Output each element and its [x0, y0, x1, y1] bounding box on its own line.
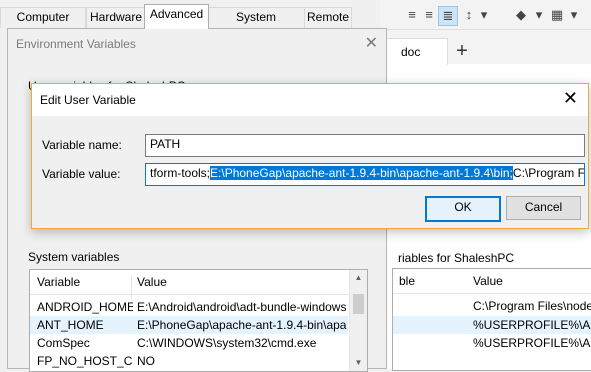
row-variable: ComSpec [37, 336, 90, 350]
vertical-scrollbar[interactable]: ▲ ▼ [349, 270, 367, 371]
table-row[interactable]: %USERPROFILE%\AppD [393, 334, 591, 352]
column-header-variable[interactable]: ble [399, 274, 415, 288]
row-variable: FP_NO_HOST_C... [37, 354, 133, 368]
fill-color-icon[interactable]: ◆ [512, 6, 530, 24]
column-header-value[interactable]: Value [137, 275, 167, 289]
variable-name-field[interactable]: PATH [145, 134, 585, 157]
row-value: E:\Android\android\adt-bundle-windows... [137, 300, 347, 314]
row-value: E:\PhoneGap\apache-ant-1.9.4-bin\apa... [137, 318, 347, 332]
system-variables-list[interactable]: Variable Value ANDROID_HOME E:\Android\a… [29, 269, 368, 372]
scroll-thumb[interactable] [353, 294, 364, 314]
tab-remote[interactable]: Remote [304, 7, 352, 28]
value-text-selected: E:\PhoneGap\apache-ant-1.9.4-bin\apache-… [210, 166, 513, 180]
tab-advanced[interactable]: Advanced [144, 4, 209, 29]
document-tab-label: doc [401, 45, 421, 59]
row-value: C:\Program Files\nodejs\ [473, 299, 591, 313]
plus-icon[interactable]: + [452, 38, 472, 64]
variable-name-label: Variable name: [42, 138, 122, 152]
column-divider[interactable] [131, 275, 132, 299]
edit-user-variable-dialog: Edit User Variable ✕ Variable name: PATH… [31, 83, 589, 229]
list-header: Variable Value [30, 270, 367, 299]
close-icon[interactable]: ✕ [563, 88, 578, 109]
row-value: %USERPROFILE%\AppD [473, 336, 591, 350]
list-header: ble Value [393, 269, 591, 294]
variable-name-value: PATH [150, 137, 181, 151]
value-text-before: tform-tools; [150, 166, 211, 180]
scroll-up-icon[interactable]: ▲ [350, 270, 367, 286]
tab-computer-name[interactable]: Computer Name [0, 7, 86, 43]
system-properties-tabs: Computer Name Hardware Advanced System P… [0, 0, 352, 43]
align-center-icon[interactable]: ≡ [420, 6, 438, 24]
table-row[interactable]: ComSpec C:\WINDOWS\system32\cmd.exe [30, 334, 348, 352]
table-row[interactable]: ANT_HOME E:\PhoneGap\apache-ant-1.9.4-bi… [30, 316, 348, 334]
table-row[interactable]: %USERPROFILE%\AppD [393, 316, 591, 334]
align-left-icon[interactable]: ≡ [403, 6, 421, 24]
cancel-button[interactable]: Cancel [506, 196, 581, 220]
align-justify-icon[interactable]: ≣ [438, 6, 458, 26]
borders-icon[interactable]: ▦ [548, 6, 566, 24]
window-title: Environment Variables [16, 37, 136, 51]
dialog-title: Edit User Variable [40, 93, 136, 107]
ok-button[interactable]: OK [425, 196, 501, 222]
row-variable: ANT_HOME [37, 318, 104, 332]
table-row[interactable]: FP_NO_HOST_C... NO [30, 352, 348, 370]
user-variables-title-right: riables for ShaleshPC [398, 251, 515, 265]
tab-system-protection[interactable]: System Protection [207, 7, 305, 43]
row-value: NO [137, 354, 155, 368]
dropdown-icon[interactable]: ▾ [565, 6, 583, 24]
tab-hardware[interactable]: Hardware [86, 7, 146, 28]
row-value: C:\WINDOWS\system32\cmd.exe [137, 336, 317, 350]
value-text-after: C:\Program Files\J [512, 166, 585, 180]
user-variables-list[interactable]: ble Value C:\Program Files\nodejs\ %USER… [392, 268, 591, 371]
table-row[interactable]: C:\Program Files\nodejs\ [393, 297, 591, 315]
editor-toolbar: ≡ ≡ ≣ ↕ ▾ ◆ ▾ ▦ ▾ [380, 0, 591, 30]
dialog-titlebar[interactable]: Edit User Variable ✕ [32, 84, 588, 116]
variable-value-label: Variable value: [42, 167, 121, 181]
close-icon[interactable]: ✕ [365, 33, 378, 53]
row-value: %USERPROFILE%\AppD [473, 318, 591, 332]
document-tab[interactable]: doc [380, 38, 448, 65]
variable-value-field[interactable]: tform-tools;E:\PhoneGap\apache-ant-1.9.4… [145, 163, 585, 186]
system-variables-title: System variables [28, 250, 120, 264]
dropdown-icon[interactable]: ▾ [475, 6, 493, 24]
row-variable: ANDROID_HOME [37, 300, 133, 314]
table-row[interactable]: ANDROID_HOME E:\Android\android\adt-bund… [30, 298, 348, 316]
column-header-variable[interactable]: Variable [37, 275, 80, 289]
column-header-value[interactable]: Value [473, 274, 503, 288]
dropdown-icon[interactable]: ▾ [530, 6, 548, 24]
